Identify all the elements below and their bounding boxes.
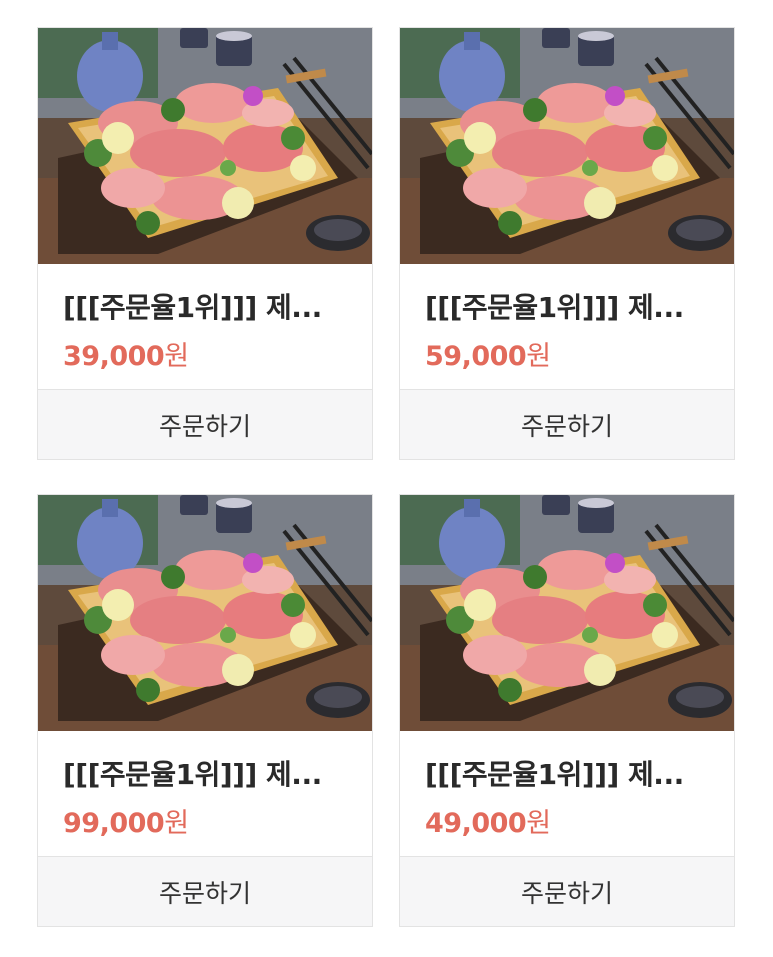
price-value: 99,000 (63, 808, 165, 839)
order-button[interactable]: 주문하기 (400, 856, 734, 926)
price-value: 39,000 (63, 341, 165, 372)
product-card[interactable]: [[[주문율1위]]] 제... 59,000원 주문하기 (399, 27, 735, 460)
product-info: [[[주문율1위]]] 제... 49,000원 (400, 731, 734, 856)
product-price: 39,000원 (63, 334, 189, 373)
product-card[interactable]: [[[주문율1위]]] 제... 49,000원 주문하기 (399, 494, 735, 927)
price-currency: 원 (164, 341, 189, 372)
product-price: 59,000원 (425, 334, 551, 373)
order-button[interactable]: 주문하기 (400, 389, 734, 459)
product-price: 99,000원 (63, 801, 189, 840)
product-info: [[[주문율1위]]] 제... 59,000원 (400, 264, 734, 389)
product-image[interactable] (400, 495, 734, 731)
product-grid: [[[주문율1위]]] 제... 39,000원 주문하기 [[[주문율1위]]… (0, 0, 773, 957)
order-button[interactable]: 주문하기 (38, 856, 372, 926)
product-card[interactable]: [[[주문율1위]]] 제... 99,000원 주문하기 (37, 494, 373, 927)
product-info: [[[주문율1위]]] 제... 39,000원 (38, 264, 372, 389)
product-image[interactable] (38, 28, 372, 264)
product-title[interactable]: [[[주문율1위]]] 제... (63, 753, 353, 793)
price-value: 59,000 (425, 341, 527, 372)
order-button[interactable]: 주문하기 (38, 389, 372, 459)
product-title[interactable]: [[[주문율1위]]] 제... (425, 753, 715, 793)
price-currency: 원 (164, 808, 189, 839)
product-card[interactable]: [[[주문율1위]]] 제... 39,000원 주문하기 (37, 27, 373, 460)
price-currency: 원 (526, 808, 551, 839)
product-image[interactable] (38, 495, 372, 731)
product-image[interactable] (400, 28, 734, 264)
price-value: 49,000 (425, 808, 527, 839)
price-currency: 원 (526, 341, 551, 372)
product-price: 49,000원 (425, 801, 551, 840)
product-info: [[[주문율1위]]] 제... 99,000원 (38, 731, 372, 856)
product-title[interactable]: [[[주문율1위]]] 제... (425, 286, 715, 326)
product-title[interactable]: [[[주문율1위]]] 제... (63, 286, 353, 326)
